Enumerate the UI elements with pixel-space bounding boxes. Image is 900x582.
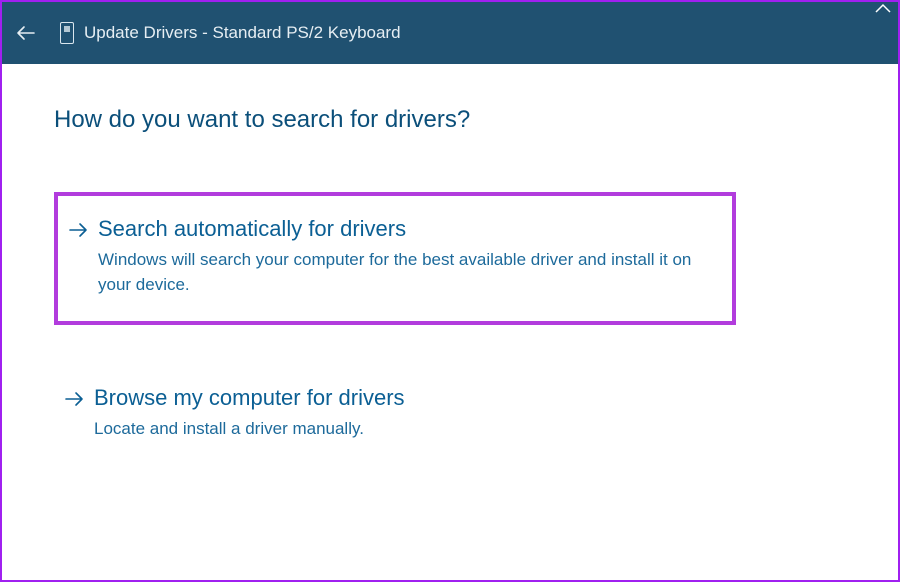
device-icon <box>60 22 74 44</box>
back-button[interactable] <box>12 19 40 47</box>
window-header: Update Drivers - Standard PS/2 Keyboard <box>2 2 898 64</box>
option-search-automatically[interactable]: Search automatically for drivers Windows… <box>54 192 736 325</box>
arrow-right-icon <box>64 389 86 414</box>
option-browse-computer[interactable]: Browse my computer for drivers Locate an… <box>54 377 736 452</box>
arrow-right-icon <box>68 220 90 245</box>
window-title: Update Drivers - Standard PS/2 Keyboard <box>84 23 401 43</box>
option-title: Search automatically for drivers <box>98 216 714 242</box>
chevron-up-icon <box>874 0 892 16</box>
option-text: Search automatically for drivers Windows… <box>98 216 714 297</box>
option-text: Browse my computer for drivers Locate an… <box>94 385 726 442</box>
back-arrow-icon <box>16 25 36 41</box>
option-title: Browse my computer for drivers <box>94 385 726 411</box>
page-heading: How do you want to search for drivers? <box>54 106 846 134</box>
content-area: How do you want to search for drivers? S… <box>2 64 898 520</box>
option-description: Locate and install a driver manually. <box>94 417 726 442</box>
option-description: Windows will search your computer for th… <box>98 248 714 297</box>
